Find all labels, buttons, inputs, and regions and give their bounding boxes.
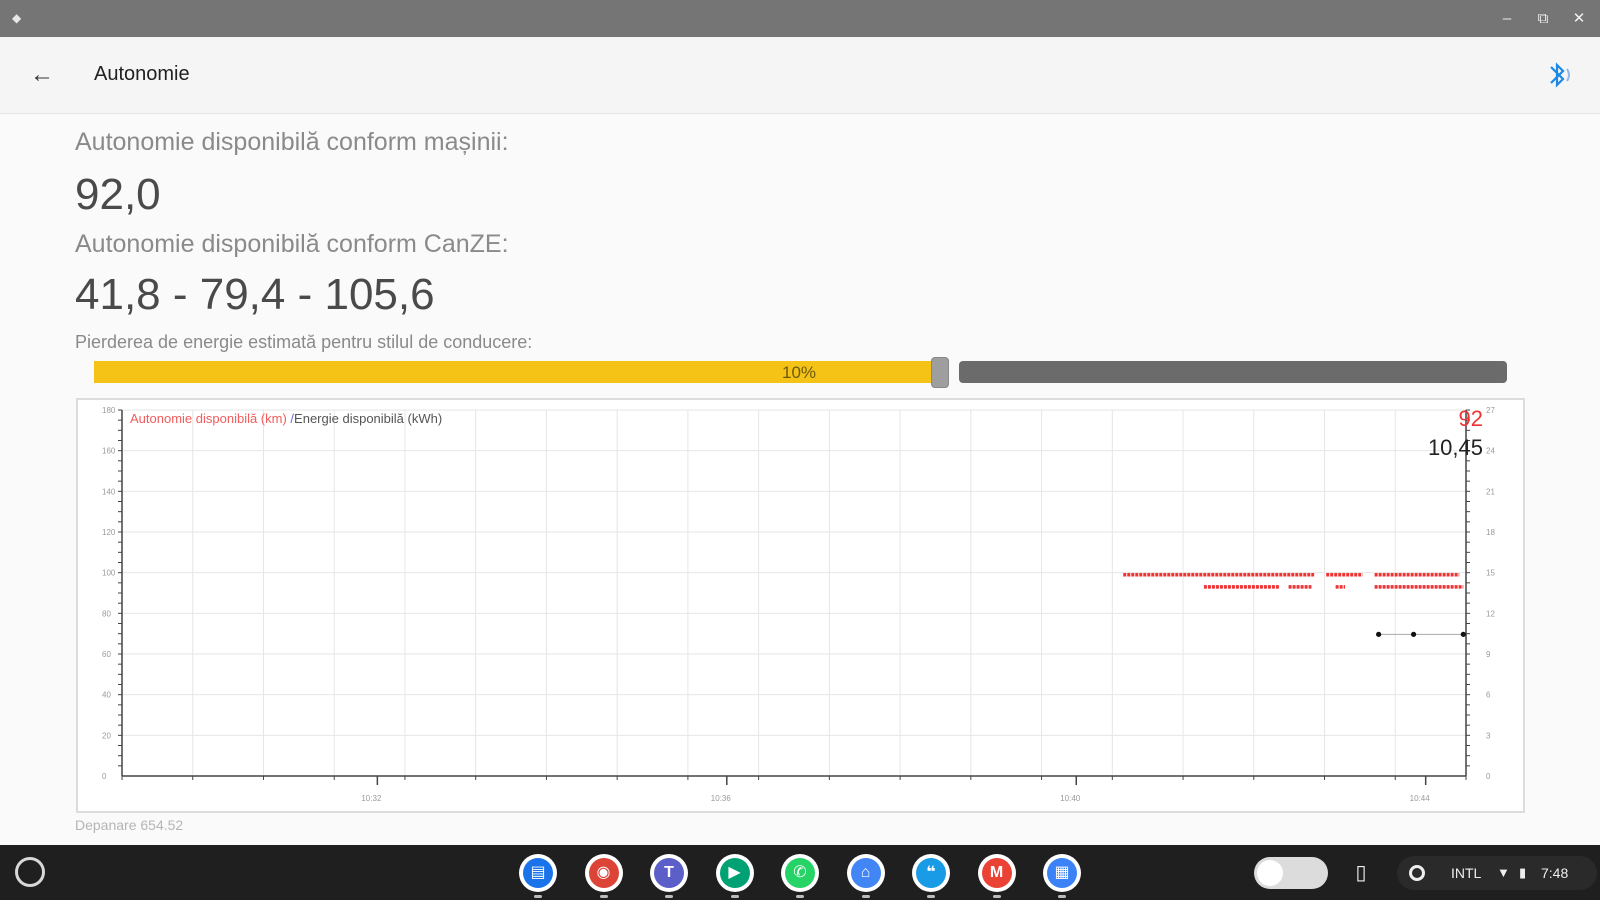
home-glyph: ⌂ xyxy=(850,858,881,888)
left-axis-tick: 80 xyxy=(102,609,111,618)
left-axis-tick: 0 xyxy=(102,772,107,781)
right-axis-tick: 27 xyxy=(1486,406,1495,415)
right-axis-tick: 3 xyxy=(1486,731,1491,740)
right-axis-tick: 15 xyxy=(1486,569,1495,578)
right-axis-tick: 9 xyxy=(1486,650,1491,659)
running-indicator xyxy=(599,895,608,898)
bluetooth-icon[interactable] xyxy=(1542,57,1572,93)
debug-footer: Depanare 654.52 xyxy=(75,817,184,833)
play-store-glyph: ▶ xyxy=(719,858,750,888)
x-axis-tick-label: 10:40 xyxy=(1060,794,1081,803)
app-files-glyph: ▤ xyxy=(523,858,553,888)
tray-toggle[interactable] xyxy=(1254,857,1328,889)
right-axis-tick: 0 xyxy=(1486,772,1491,781)
battery-icon: ▮ xyxy=(1519,865,1527,880)
left-axis-tick: 20 xyxy=(102,731,111,740)
energy-loss-percent: 10% xyxy=(782,363,817,382)
status-tray[interactable]: INTL ▼ ▮ 7:48 xyxy=(1397,856,1597,890)
right-axis-tick: 6 xyxy=(1486,691,1491,700)
left-axis-tick: 60 xyxy=(102,650,111,659)
screen-record-icon xyxy=(1409,865,1425,881)
x-axis-tick-label: 10:44 xyxy=(1410,794,1431,803)
gmail-glyph: M xyxy=(981,858,1012,888)
running-indicator xyxy=(730,895,739,898)
chrome-icon[interactable]: ◉ xyxy=(584,854,623,892)
running-indicator xyxy=(1058,895,1066,898)
right-axis-tick: 18 xyxy=(1486,528,1495,537)
left-axis-tick: 180 xyxy=(102,406,116,415)
right-axis-tick: 24 xyxy=(1486,447,1495,456)
left-axis-tick: 100 xyxy=(102,569,116,578)
running-indicator xyxy=(861,895,870,898)
page-title: Autonomie xyxy=(94,63,190,85)
current-energy-value: 10,45 xyxy=(1427,435,1483,460)
left-axis-tick: 160 xyxy=(102,447,116,456)
app-window-icon: ◆ xyxy=(12,11,22,25)
right-axis-tick: 21 xyxy=(1486,487,1495,496)
running-indicator xyxy=(992,895,1001,898)
chrome-glyph: ◉ xyxy=(588,858,619,888)
energy-data-point xyxy=(1410,631,1417,637)
energy-data-point xyxy=(1460,631,1466,637)
legend-range: Autonomie disponibilă (km) xyxy=(130,411,287,426)
legend-energy: Energie disponibilă (kWh) xyxy=(294,411,443,426)
right-axis-tick: 12 xyxy=(1486,609,1495,618)
minimize-button[interactable]: – xyxy=(1496,8,1518,30)
calendar-icon[interactable]: ▦ xyxy=(1043,854,1081,892)
running-indicator xyxy=(796,895,804,898)
app-files-icon[interactable]: ▤ xyxy=(519,854,557,892)
toggle-knob xyxy=(1257,860,1283,886)
close-button[interactable]: ✕ xyxy=(1568,8,1590,30)
maximize-button[interactable]: ⧉ xyxy=(1532,8,1554,30)
keyboard-layout: INTL xyxy=(1451,865,1482,881)
launcher-icon[interactable] xyxy=(15,857,45,887)
canze-range-label: Autonomie disponibilă conform CanZE: xyxy=(75,230,509,258)
app-bar: ← Autonomie xyxy=(0,37,1600,114)
energy-loss-slider-track[interactable] xyxy=(959,361,1507,383)
chart-legend: Autonomie disponibilă (km) /Energie disp… xyxy=(130,411,442,426)
running-indicator xyxy=(927,895,935,898)
range-energy-chart: 180 27 160 24 140 21 120 18 100 15 80 12 60 9 40 6 20 3 0 0… xyxy=(76,398,1525,813)
os-shelf: ▤ ◉ T ▶ ✆ ⌂ ❝ M ▦ ▯ INTL ▼ ▮ 7:48 xyxy=(0,845,1600,900)
energy-loss-label: Pierderea de energie estimată pentru sti… xyxy=(75,332,533,352)
car-range-label: Autonomie disponibilă conform mașinii: xyxy=(75,128,509,156)
canze-range-value: 41,8 - 79,4 - 105,6 xyxy=(75,270,435,319)
wifi-icon: ▼ xyxy=(1497,865,1510,880)
current-range-value: 92 xyxy=(1458,406,1483,431)
back-arrow-icon[interactable]: ← xyxy=(24,57,60,93)
left-axis-tick: 40 xyxy=(102,691,111,700)
left-axis-tick: 120 xyxy=(102,528,116,537)
home-icon[interactable]: ⌂ xyxy=(846,854,885,892)
energy-loss-slider-handle[interactable] xyxy=(931,357,949,388)
left-axis-tick: 140 xyxy=(102,487,116,496)
window-titlebar: ◆ – ⧉ ✕ xyxy=(0,0,1600,37)
gmail-icon[interactable]: M xyxy=(977,854,1016,892)
x-axis-tick-label: 10:32 xyxy=(361,794,382,803)
x-axis-tick-label: 10:36 xyxy=(711,794,732,803)
chart-canvas: 180 27 160 24 140 21 120 18 100 15 80 12 60 9 40 6 20 3 0 0… xyxy=(102,406,1495,803)
running-indicator xyxy=(534,895,542,898)
chat-glyph: ❝ xyxy=(916,858,946,888)
chat-icon[interactable]: ❝ xyxy=(912,854,950,892)
whatsapp-glyph: ✆ xyxy=(785,858,815,888)
teams-glyph: T xyxy=(654,858,684,888)
running-indicator xyxy=(665,895,673,898)
whatsapp-icon[interactable]: ✆ xyxy=(781,854,819,892)
car-range-value: 92,0 xyxy=(75,170,161,219)
teams-icon[interactable]: T xyxy=(650,854,688,892)
play-store-icon[interactable]: ▶ xyxy=(715,854,754,892)
phone-hub-icon[interactable]: ▯ xyxy=(1349,858,1373,888)
clock: 7:48 xyxy=(1541,865,1569,881)
calendar-glyph: ▦ xyxy=(1047,858,1077,888)
energy-data-point xyxy=(1376,631,1382,637)
